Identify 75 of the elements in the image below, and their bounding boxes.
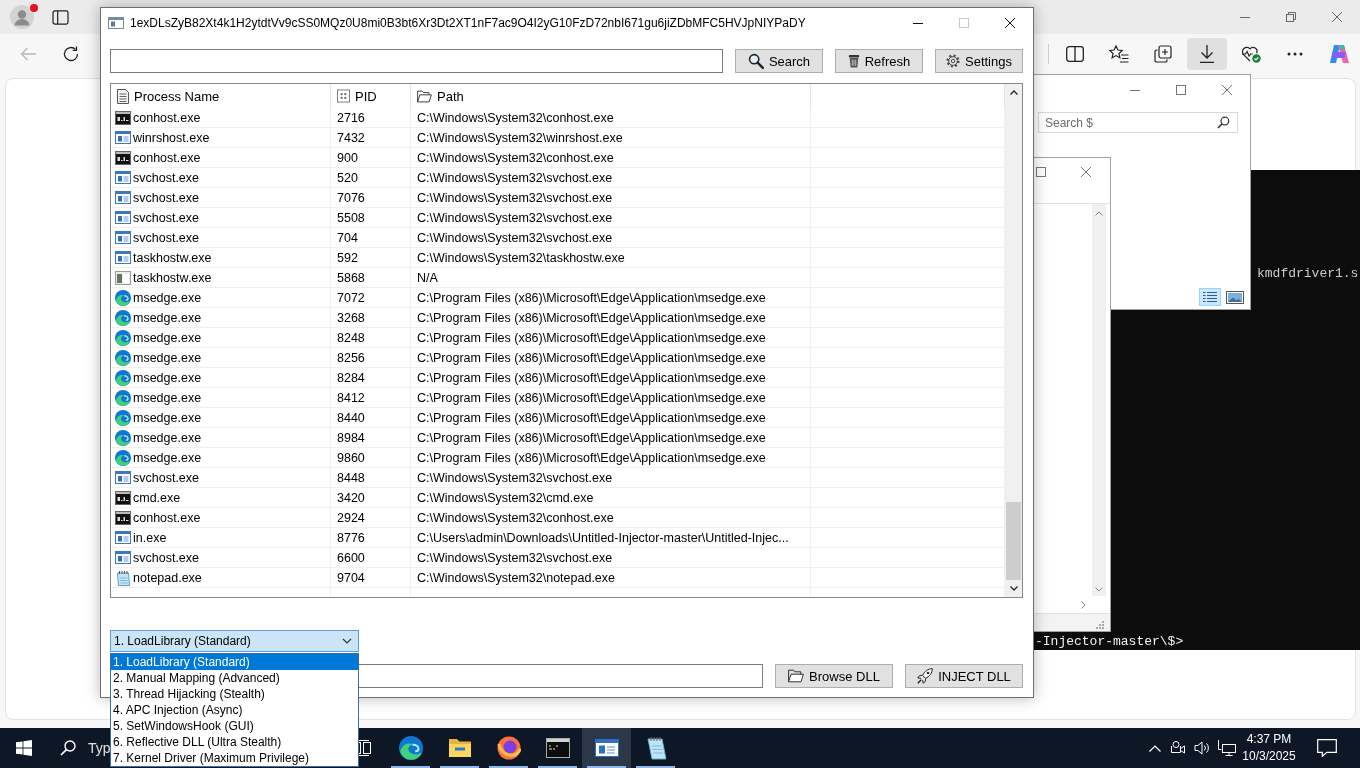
pid-cell: 6600 — [331, 548, 411, 567]
path-cell: C:\Windows\System32\svchost.exe — [411, 468, 811, 487]
process-name: conhost.exe — [133, 150, 201, 165]
path-cell: C:\Windows\System32\conhost.exe — [411, 108, 811, 127]
path-cell: C:\Windows\System32\cmd.exe — [411, 488, 811, 507]
pid-cell: 8412 — [331, 388, 411, 407]
pid-cell: 9704 — [331, 568, 411, 587]
path-cell: C:\Program Files (x86)\Microsoft\Edge\Application\msedge.exe — [411, 308, 811, 327]
pid-cell: 3420 — [331, 488, 411, 507]
process-name: msedge.exe — [133, 410, 202, 425]
process-name: msedge.exe — [133, 450, 202, 465]
process-name: msedge.exe — [133, 330, 202, 345]
process-name: svchost.exe — [133, 550, 199, 565]
process-name: conhost.exe — [133, 110, 201, 125]
path-cell: C:\Windows\System32\conhost.exe — [411, 148, 811, 167]
pid-cell: 2716 — [331, 108, 411, 127]
pid-cell: 3268 — [331, 308, 411, 327]
process-name: msedge.exe — [133, 390, 202, 405]
path-cell: C:\Program Files (x86)\Microsoft\Edge\Application\msedge.exe — [411, 348, 811, 367]
pid-cell: 7432 — [331, 128, 411, 147]
path-cell: C:\Program Files (x86)\Microsoft\Edge\Application\msedge.exe — [411, 428, 811, 447]
process-name: in.exe — [133, 530, 167, 545]
pid-cell: 8256 — [331, 348, 411, 367]
pid-cell: 900 — [331, 148, 411, 167]
process-name: msedge.exe — [133, 310, 202, 325]
pid-cell: 8248 — [331, 328, 411, 347]
pid-cell: 5868 — [331, 268, 411, 287]
path-cell: C:\Program Files (x86)\Microsoft\Edge\Application\msedge.exe — [411, 288, 811, 307]
pid-cell: 8284 — [331, 368, 411, 387]
path-cell: C:\Windows\System32\svchost.exe — [411, 228, 811, 247]
process-name: svchost.exe — [133, 230, 199, 245]
process-name: notepad.exe — [133, 570, 202, 585]
process-name: taskhostw.exe — [133, 250, 212, 265]
path-cell: C:\Windows\System32\svchost.exe — [411, 188, 811, 207]
terminal-prompt: -Injector-master\$> — [1035, 633, 1184, 650]
path-cell: C:\Program Files (x86)\Microsoft\Edge\Application\msedge.exe — [411, 388, 811, 407]
path-cell: C:\Windows\System32\winrshost.exe — [411, 128, 811, 147]
path-cell: N/A — [411, 268, 811, 287]
path-cell: C:\Windows\System32\svchost.exe — [411, 548, 811, 567]
path-cell: C:\Windows\System32\taskhostw.exe — [411, 248, 811, 267]
path-cell: C:\Program Files (x86)\Microsoft\Edge\Application\msedge.exe — [411, 368, 811, 387]
path-cell: C:\Program Files (x86)\Microsoft\Edge\Application\msedge.exe — [411, 408, 811, 427]
path-cell: C:\Program Files (x86)\Microsoft\Edge\Application\msedge.exe — [411, 448, 811, 467]
pid-cell: 8448 — [331, 468, 411, 487]
pid-cell: 2924 — [331, 508, 411, 527]
process-name: svchost.exe — [133, 190, 199, 205]
process-name: svchost.exe — [133, 170, 199, 185]
pid-cell: 9860 — [331, 448, 411, 467]
pid-cell: 7076 — [331, 188, 411, 207]
pid-cell: 8984 — [331, 428, 411, 447]
process-name: cmd.exe — [133, 490, 181, 505]
process-name: msedge.exe — [133, 370, 202, 385]
terminal-output: kmdfdriver1.s — [1257, 265, 1359, 282]
process-name: winrshost.exe — [133, 130, 210, 145]
pid-cell: 8440 — [331, 408, 411, 427]
process-name: msedge.exe — [133, 430, 202, 445]
path-cell: C:\Windows\System32\notepad.exe — [411, 568, 811, 587]
process-name: msedge.exe — [133, 350, 202, 365]
path-cell: C:\Windows\System32\svchost.exe — [411, 208, 811, 227]
process-name: msedge.exe — [133, 290, 202, 305]
pid-cell: 7072 — [331, 288, 411, 307]
process-name: svchost.exe — [133, 470, 199, 485]
process-name: taskhostw.exe — [133, 270, 212, 285]
pid-cell: 704 — [331, 228, 411, 247]
path-cell: C:\Windows\System32\svchost.exe — [411, 168, 811, 187]
path-cell: C:\Windows\System32\conhost.exe — [411, 508, 811, 527]
pid-cell: 592 — [331, 248, 411, 267]
window-title: 1exDLsZyB82Xt4k1H2ytdtVv9cSS0MQz0U8mi0B3bt6Xr3Dt2XT1nF7ac9O4I2yG10FzD72nbI671gu6jiZDbMFC5HVJpNIYPaDY — [130, 16, 806, 30]
pid-cell: 8776 — [331, 528, 411, 547]
pid-cell: 520 — [331, 168, 411, 187]
process-name: svchost.exe — [133, 210, 199, 225]
pid-cell: 5508 — [331, 208, 411, 227]
path-cell: C:\Program Files (x86)\Microsoft\Edge\Application\msedge.exe — [411, 328, 811, 347]
process-name: conhost.exe — [133, 510, 201, 525]
path-cell: C:\Users\admin\Downloads\Untitled-Injector-master\Untitled-Injec... — [411, 528, 811, 547]
